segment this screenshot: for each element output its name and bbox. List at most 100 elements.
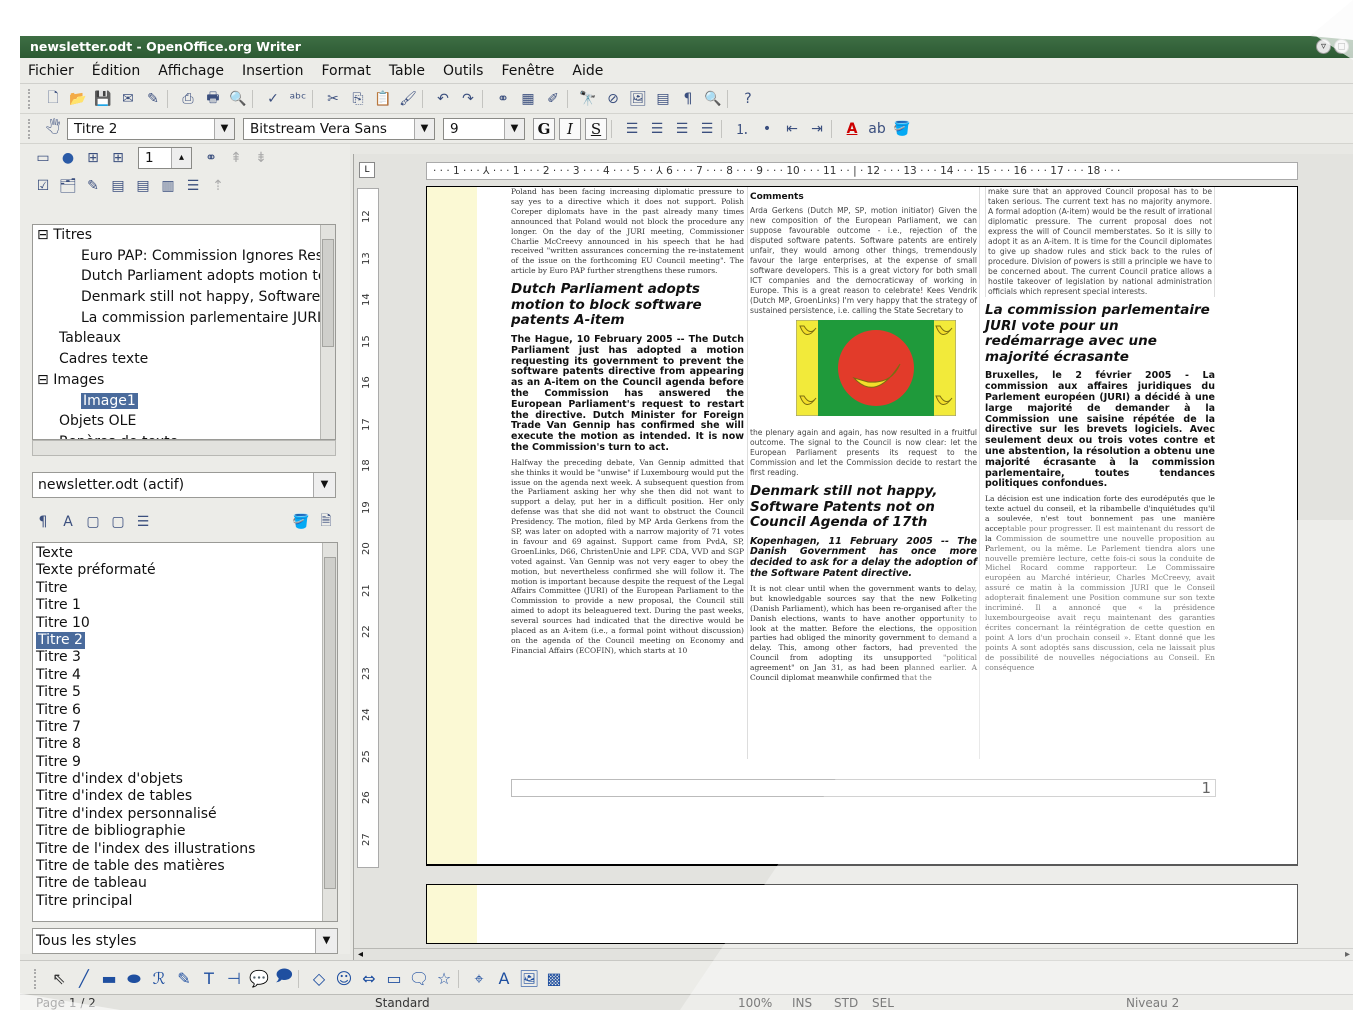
anchor-icon[interactable]: ▥ bbox=[157, 175, 179, 197]
callouts-icon[interactable]: 🗨 bbox=[408, 968, 430, 990]
image-frame[interactable] bbox=[750, 319, 977, 424]
style-item[interactable]: Titre principal bbox=[33, 893, 337, 910]
flowchart-icon[interactable]: ▭ bbox=[383, 968, 405, 990]
bullets-icon[interactable]: • bbox=[756, 118, 778, 140]
tree-item[interactable]: Repères de texte bbox=[37, 432, 335, 439]
navigator-icon[interactable]: ⊘ bbox=[602, 88, 624, 110]
italic-button[interactable]: I bbox=[559, 117, 581, 140]
status-insert-mode[interactable]: INS bbox=[792, 996, 812, 1010]
banana-image[interactable] bbox=[796, 319, 956, 416]
style-item[interactable]: Titre 10 bbox=[33, 615, 337, 632]
vertical-ruler[interactable]: 12 13 14 15 16 17 18 19 20 21 22 23 24 25 26 27 bbox=[357, 188, 379, 868]
text-column-2[interactable]: Comments Arda Gerkens (Dutch MP, SP, mot… bbox=[747, 187, 980, 759]
scroll-left-icon[interactable]: ◂ bbox=[358, 949, 363, 960]
style-item[interactable]: Titre de bibliographie bbox=[33, 823, 337, 840]
edit-mode-icon[interactable]: ✎ bbox=[142, 88, 164, 110]
style-item[interactable]: Titre d'index d'objets bbox=[33, 771, 337, 788]
tab-type-icon[interactable]: L bbox=[359, 162, 375, 178]
menu-item-5[interactable]: Table bbox=[389, 63, 425, 79]
style-item[interactable]: Titre 1 bbox=[33, 597, 337, 614]
style-filter-combo[interactable]: Tous les styles ▼ bbox=[32, 928, 338, 954]
increase-indent-icon[interactable]: ⇥ bbox=[806, 118, 828, 140]
chevron-down-icon[interactable]: ▼ bbox=[414, 118, 434, 139]
align-left-icon[interactable]: ☰ bbox=[621, 118, 643, 140]
stylist-icon[interactable]: 🖑 bbox=[42, 118, 64, 140]
menu-item-8[interactable]: Aide bbox=[572, 63, 603, 79]
status-zoom[interactable]: 100% bbox=[738, 996, 772, 1010]
redo-icon[interactable]: ↷ bbox=[457, 88, 479, 110]
copy-icon[interactable]: ⎘ bbox=[347, 88, 369, 110]
heading-levels-icon[interactable]: ☰ bbox=[182, 175, 204, 197]
style-item[interactable]: Titre d'index de tables bbox=[33, 788, 337, 805]
style-item[interactable]: Texte bbox=[33, 545, 337, 562]
document-page[interactable]: Poland has been facing increasing diplom… bbox=[426, 186, 1298, 866]
autospellcheck-icon[interactable]: ᵃᵇᶜ bbox=[287, 88, 309, 110]
menu-item-2[interactable]: Affichage bbox=[158, 63, 224, 79]
tree-item[interactable]: Objets OLE bbox=[37, 411, 335, 432]
tree-scroll-thumb[interactable] bbox=[322, 239, 334, 347]
scroll-right-icon[interactable]: ▸ bbox=[1345, 949, 1350, 960]
tree-item[interactable]: Tableaux bbox=[37, 328, 335, 349]
hyperlink-icon[interactable]: ⚭ bbox=[492, 88, 514, 110]
title-bar[interactable]: newsletter.odt - OpenOffice.org Writer ▿… bbox=[20, 36, 1353, 58]
tree-hscrollbar[interactable] bbox=[32, 440, 336, 456]
demote-icon[interactable]: ⇟ bbox=[250, 147, 272, 169]
print-icon[interactable]: 🖶 bbox=[202, 88, 224, 110]
highlight-icon[interactable]: ab bbox=[866, 118, 888, 140]
callout-icon[interactable]: ⊣ bbox=[223, 968, 245, 990]
frame-styles-icon[interactable]: ▢ bbox=[82, 511, 104, 533]
from-file-icon[interactable]: 🖼 bbox=[518, 968, 540, 990]
set-reminder-icon[interactable]: 🗂 bbox=[57, 175, 79, 197]
header-icon[interactable]: ▤ bbox=[107, 175, 129, 197]
promote-icon[interactable]: ⇞ bbox=[225, 147, 247, 169]
spinner-icon[interactable]: ▴ bbox=[171, 148, 191, 168]
decrease-indent-icon[interactable]: ⇤ bbox=[781, 118, 803, 140]
tree-item[interactable]: La commission parlementaire JURI bbox=[37, 308, 335, 329]
chevron-down-icon[interactable]: ▼ bbox=[214, 118, 234, 139]
new-style-icon[interactable]: 🗎 bbox=[315, 511, 337, 533]
document-page-2[interactable] bbox=[426, 884, 1298, 944]
export-pdf-icon[interactable]: ⎙ bbox=[177, 88, 199, 110]
styles-scrollbar[interactable] bbox=[322, 543, 337, 921]
menu-item-0[interactable]: Fichier bbox=[28, 63, 74, 79]
menu-item-1[interactable]: Édition bbox=[92, 63, 140, 79]
background-color-icon[interactable]: 🪣 bbox=[891, 118, 913, 140]
tree-item[interactable]: Image1 bbox=[37, 391, 335, 412]
style-item[interactable]: Titre d'index personnalisé bbox=[33, 806, 337, 823]
tree-expander-icon[interactable]: ⊟ bbox=[37, 372, 53, 388]
status-page[interactable]: Page 1 / 2 bbox=[36, 996, 96, 1010]
undo-icon[interactable]: ↶ bbox=[432, 88, 454, 110]
align-right-icon[interactable]: ☰ bbox=[671, 118, 693, 140]
tree-item[interactable]: Denmark still not happy, Software P bbox=[37, 287, 335, 308]
drag-mode-icon[interactable]: ⚭ bbox=[200, 147, 222, 169]
style-item[interactable]: Titre 6 bbox=[33, 702, 337, 719]
toolbar-grip[interactable] bbox=[28, 88, 36, 109]
numbering-icon[interactable]: ⒈ bbox=[731, 118, 753, 140]
vertical-callout-icon[interactable]: 🗩 bbox=[273, 966, 295, 990]
style-item[interactable]: Titre 2 bbox=[33, 631, 337, 650]
text-icon[interactable]: T bbox=[198, 968, 220, 990]
data-sources-icon[interactable]: ▤ bbox=[652, 88, 674, 110]
content-view-icon[interactable]: ☑ bbox=[32, 175, 54, 197]
text-column-1[interactable]: Poland has been facing increasing diplom… bbox=[511, 187, 744, 759]
show-draw-functions-icon[interactable]: ✐ bbox=[542, 88, 564, 110]
tree-expander-icon[interactable]: ⊟ bbox=[37, 227, 53, 243]
page-number-spinner[interactable]: 1 ▴ bbox=[138, 147, 192, 169]
print-preview-icon[interactable]: 🔍 bbox=[227, 88, 249, 110]
style-item[interactable]: Titre de l'index des illustrations bbox=[33, 841, 337, 858]
maximize-icon[interactable]: ◻ bbox=[1334, 39, 1349, 54]
text-column-3[interactable]: make sure that an approved Council propo… bbox=[983, 187, 1215, 759]
style-item[interactable]: Titre bbox=[33, 580, 337, 597]
tree-scrollbar[interactable] bbox=[320, 225, 335, 439]
style-item[interactable]: Texte préformaté bbox=[33, 562, 337, 579]
status-page-style[interactable]: Standard bbox=[375, 996, 430, 1010]
character-styles-icon[interactable]: A bbox=[57, 511, 79, 533]
status-selection-mode[interactable]: STD bbox=[834, 996, 858, 1010]
style-item[interactable]: Titre 3 bbox=[33, 649, 337, 666]
font-color-icon[interactable]: A bbox=[841, 118, 863, 140]
document-combo[interactable]: newsletter.odt (actif) ▼ bbox=[32, 472, 336, 498]
toolbar-grip[interactable] bbox=[34, 968, 42, 989]
rectangle-icon[interactable]: ▬ bbox=[98, 968, 120, 990]
status-hyperlink-mode[interactable]: SEL bbox=[872, 996, 894, 1010]
menu-item-6[interactable]: Outils bbox=[443, 63, 483, 79]
